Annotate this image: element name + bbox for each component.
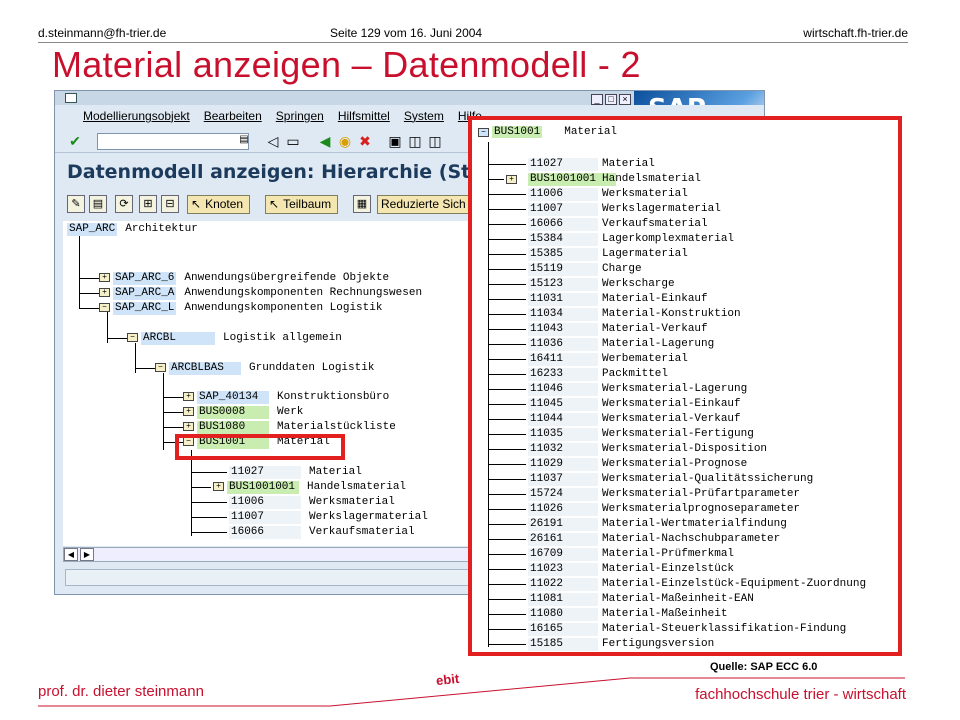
footer-lines bbox=[38, 677, 905, 707]
